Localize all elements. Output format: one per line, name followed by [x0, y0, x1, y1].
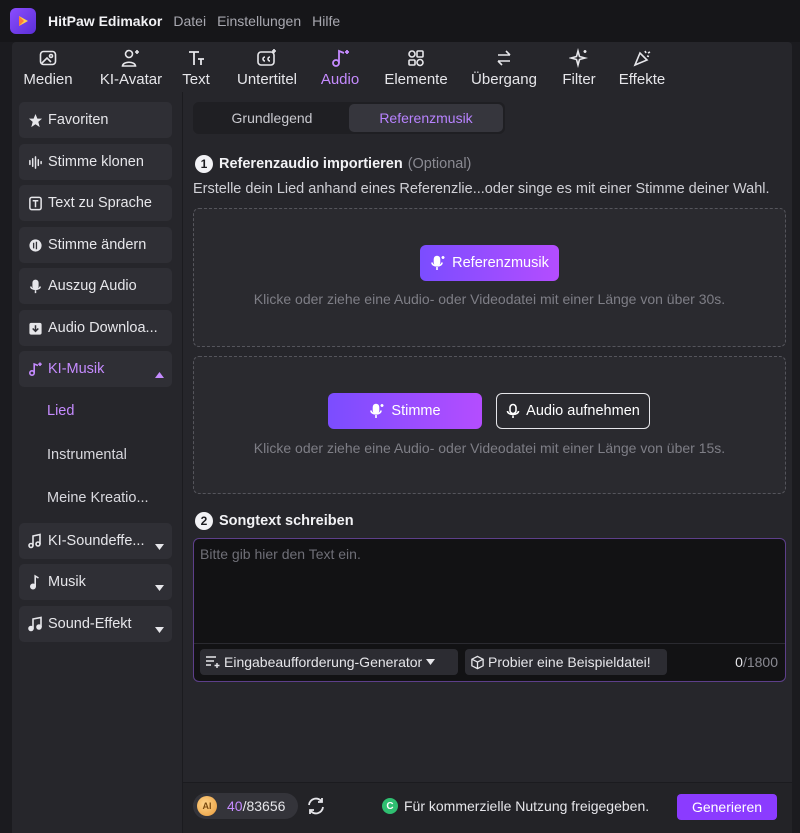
- tab-referenzmusik[interactable]: Referenzmusik: [349, 104, 503, 132]
- sidebar-subitem-instrumental[interactable]: Instrumental: [47, 447, 127, 463]
- main-toolbar: Medien KI-Avatar Text Untertitel Audio E…: [12, 42, 792, 92]
- commercial-use-note: C Für kommerzielle Nutzung freigegeben.: [382, 798, 649, 814]
- sidebar: Favoriten Stimme klonen Text zu Sprache …: [12, 92, 182, 833]
- waveform-icon: [26, 153, 44, 171]
- generate-button[interactable]: Generieren: [677, 794, 777, 820]
- sidebar-item-sound-effekt[interactable]: Sound-Effekt: [19, 606, 172, 642]
- tool-audio[interactable]: Audio: [318, 42, 362, 88]
- tool-untertitel[interactable]: Untertitel: [232, 42, 302, 88]
- sidebar-item-stimme-klonen[interactable]: Stimme klonen: [19, 144, 172, 180]
- effects-icon: [632, 46, 652, 70]
- media-icon: [38, 46, 58, 70]
- voice-change-icon: [26, 236, 44, 254]
- chevron-down-icon: [155, 621, 164, 637]
- tool-elemente[interactable]: Elemente: [382, 42, 450, 88]
- refresh-icon[interactable]: [305, 795, 327, 817]
- step-number-1: 1: [195, 155, 213, 173]
- ai-music-icon: [26, 360, 44, 378]
- dropzone-hint-15s: Klicke oder ziehe eine Audio- oder Video…: [253, 440, 726, 456]
- tab-grundlegend[interactable]: Grundlegend: [195, 104, 349, 132]
- lyrics-box: Eingabeaufforderung-Generator Probier ei…: [193, 538, 786, 682]
- microphone-icon: [26, 277, 44, 295]
- step-number-2: 2: [195, 512, 213, 530]
- voice-dropzone[interactable]: Stimme Audio aufnehmen Klicke oder ziehe…: [193, 356, 786, 494]
- dropzone-hint-30s: Klicke oder ziehe eine Audio- oder Video…: [253, 291, 726, 307]
- main-panel: Grundlegend Referenzmusik 1 Referenzaudi…: [183, 92, 792, 782]
- sidebar-subitem-meine-kreationen[interactable]: Meine Kreatio...: [47, 490, 149, 506]
- optional-label: (Optional): [407, 156, 472, 172]
- mode-tabs: Grundlegend Referenzmusik: [193, 102, 505, 134]
- section-description: Erstelle dein Lied anhand eines Referenz…: [193, 181, 770, 197]
- divider: [194, 643, 785, 644]
- avatar-icon: [120, 46, 142, 70]
- tool-filter[interactable]: Filter: [560, 42, 598, 88]
- voice-mic-icon: [369, 403, 385, 419]
- tool-text[interactable]: Text: [180, 42, 212, 88]
- commercial-icon: C: [382, 798, 398, 814]
- section-title-referenzaudio: 1 Referenzaudio importieren (Optional): [195, 155, 471, 173]
- app-name: HitPaw Edimakor: [48, 13, 163, 29]
- sidebar-item-stimme-aendern[interactable]: Stimme ändern: [19, 227, 172, 263]
- cube-icon: [470, 655, 485, 670]
- section-title-songtext: 2 Songtext schreiben: [195, 512, 354, 530]
- menu-datei[interactable]: Datei: [173, 13, 206, 29]
- chevron-down-icon: [155, 579, 164, 595]
- download-icon: [26, 319, 44, 337]
- filter-icon: [569, 46, 589, 70]
- sound-effect-icon: [26, 615, 44, 633]
- record-audio-button[interactable]: Audio aufnehmen: [496, 393, 650, 429]
- tool-medien[interactable]: Medien: [22, 42, 74, 88]
- sidebar-item-auszug-audio[interactable]: Auszug Audio: [19, 268, 172, 304]
- menu-hilfe[interactable]: Hilfe: [312, 13, 340, 29]
- title-bar: HitPaw Edimakor Datei Einstellungen Hilf…: [0, 0, 800, 42]
- prompt-list-icon: [205, 655, 221, 669]
- lyrics-input[interactable]: [194, 539, 785, 643]
- tool-ki-avatar[interactable]: KI-Avatar: [96, 42, 166, 88]
- music-note-icon: [26, 573, 44, 591]
- tool-uebergang[interactable]: Übergang: [468, 42, 540, 88]
- microphone-icon: [506, 403, 520, 419]
- star-icon: [26, 111, 44, 129]
- sidebar-item-audio-download[interactable]: Audio Downloa...: [19, 310, 172, 346]
- credits-used: 40: [227, 798, 243, 814]
- ai-coin-icon: AI: [197, 796, 217, 816]
- audio-icon: [329, 46, 351, 70]
- sidebar-item-favoriten[interactable]: Favoriten: [19, 102, 172, 138]
- chevron-down-icon: [426, 659, 436, 665]
- prompt-generator-dropdown[interactable]: Eingabeaufforderung-Generator: [200, 649, 458, 675]
- app-logo: [10, 8, 36, 34]
- transition-icon: [493, 46, 515, 70]
- credits-badge: AI 40/83656: [193, 793, 298, 819]
- footer-bar: AI 40/83656 C Für kommerzielle Nutzung f…: [183, 783, 792, 833]
- subtitle-icon: [256, 46, 278, 70]
- music-upload-icon: [430, 255, 446, 271]
- sidebar-item-musik[interactable]: Musik: [19, 564, 172, 600]
- tool-effekte[interactable]: Effekte: [616, 42, 668, 88]
- sidebar-item-ki-soundeffekte[interactable]: KI-Soundeffe...: [19, 523, 172, 559]
- sidebar-item-text-zu-sprache[interactable]: Text zu Sprache: [19, 185, 172, 221]
- sidebar-item-ki-musik[interactable]: KI-Musik: [19, 351, 172, 387]
- character-counter: 0/1800: [735, 654, 778, 670]
- chevron-down-icon: [155, 538, 164, 554]
- credits-total: /83656: [242, 798, 286, 814]
- sidebar-subitem-lied[interactable]: Lied: [47, 403, 74, 419]
- text-icon: [186, 46, 206, 70]
- sample-file-button[interactable]: Probier eine Beispieldatei!: [465, 649, 667, 675]
- sound-fx-icon: [26, 532, 44, 550]
- voice-button[interactable]: Stimme: [328, 393, 482, 429]
- elements-icon: [406, 46, 426, 70]
- reference-music-button[interactable]: Referenzmusik: [420, 245, 559, 281]
- reference-music-dropzone[interactable]: Referenzmusik Klicke oder ziehe eine Aud…: [193, 208, 786, 347]
- menu-einstellungen[interactable]: Einstellungen: [217, 13, 301, 29]
- text-speech-icon: [26, 194, 44, 212]
- chevron-up-icon: [155, 366, 164, 382]
